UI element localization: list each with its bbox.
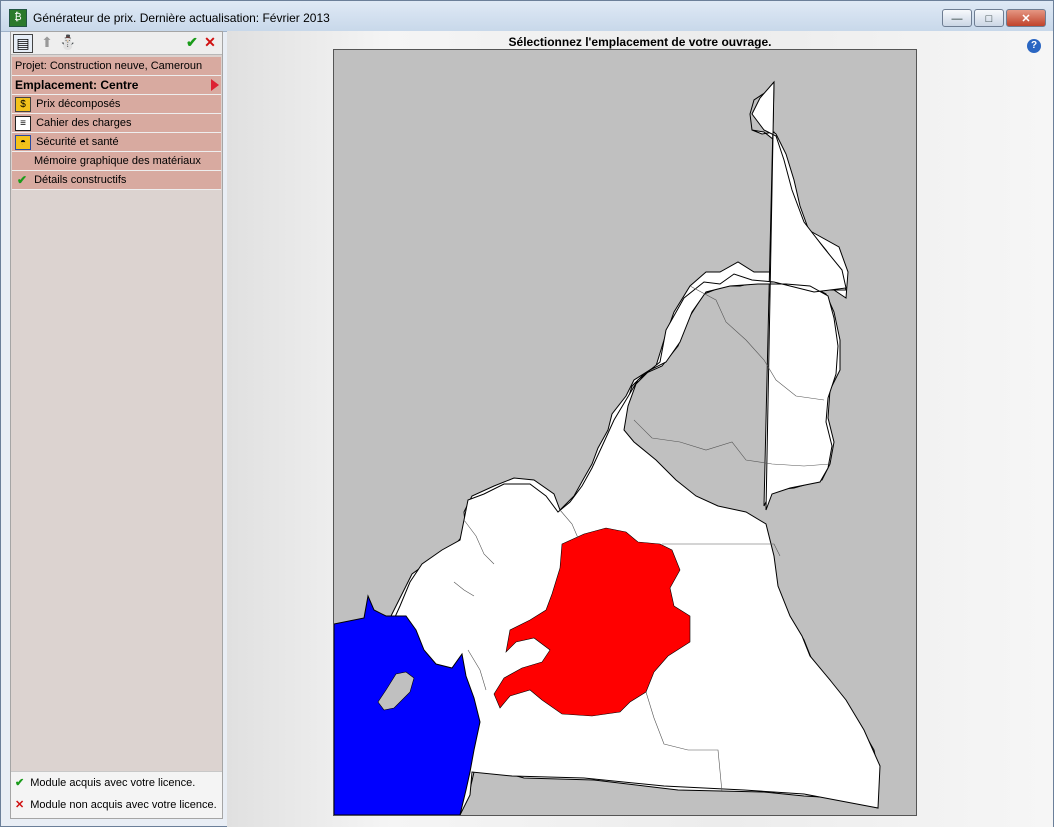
license-legend: ✔ Module acquis avec votre licence. ✕ Modu… — [11, 771, 222, 818]
legend-not-acquired-label: Module non acquis avec votre licence. — [30, 799, 217, 811]
binoculars-icon[interactable]: ⛄ — [59, 34, 77, 51]
sidebar-item-specifications[interactable]: ≡ Cahier des charges — [12, 114, 221, 133]
sidebar-item-label: Emplacement: Centre — [15, 78, 139, 92]
sidebar-item-label: Sécurité et santé — [36, 136, 119, 148]
sidebar-item-project[interactable]: Projet: Construction neuve, Cameroun — [12, 57, 221, 76]
app-window: ₿ Générateur de prix. Dernière actualisa… — [0, 0, 1054, 827]
book-icon: ≡ — [15, 115, 31, 131]
sidebar-item-safety[interactable]: ◓ Sécurité et santé — [12, 133, 221, 152]
help-icon[interactable]: ? — [1027, 39, 1041, 53]
helmet-icon: ◓ — [15, 134, 31, 150]
page-title: Sélectionnez l'emplacement de votre ouvr… — [508, 35, 772, 49]
sidebar-menu: Projet: Construction neuve, Cameroun Emp… — [12, 57, 221, 190]
up-arrow-icon[interactable]: ⬆ — [38, 34, 56, 51]
check-icon: ✔ — [16, 172, 28, 187]
title-bar[interactable]: ₿ Générateur de prix. Dernière actualisa… — [1, 1, 1053, 32]
pane-toolbar: ▤ ⬆ ⛄ ✔ ✕ — [11, 32, 222, 55]
sidebar-item-location[interactable]: Emplacement: Centre — [12, 76, 221, 95]
map-frame — [333, 49, 917, 816]
sidebar-item-label: Détails constructifs — [34, 174, 127, 186]
cross-icon: ✕ — [15, 799, 25, 811]
app-icon: ₿ — [9, 9, 27, 27]
sidebar-item-prices[interactable]: $ Prix décomposés — [12, 95, 221, 114]
sidebar-item-label: Projet: Construction neuve, Cameroun — [15, 60, 203, 72]
document-icon[interactable]: ▤ — [13, 34, 33, 53]
legend-acquired: ✔ Module acquis avec votre licence. — [11, 772, 222, 794]
check-icon[interactable]: ✔ — [183, 34, 201, 51]
minimize-button[interactable]: — — [942, 9, 972, 27]
maximize-button[interactable]: □ — [974, 9, 1004, 27]
navigation-pane: ▤ ⬆ ⛄ ✔ ✕ Projet: Construction neuve, Ca… — [10, 31, 223, 819]
sidebar-item-label: Cahier des charges — [36, 117, 132, 129]
price-tag-icon: $ — [15, 96, 31, 112]
legend-acquired-label: Module acquis avec votre licence. — [30, 777, 196, 789]
sidebar-item-label: Mémoire graphique des matériaux — [34, 155, 201, 167]
check-icon: ✔ — [15, 777, 25, 789]
cross-icon[interactable]: ✕ — [201, 34, 219, 51]
sidebar-item-details[interactable]: ✔ Détails constructifs — [12, 171, 221, 190]
window-title: Générateur de prix. Dernière actualisati… — [33, 11, 330, 25]
play-arrow-icon — [211, 79, 219, 91]
close-button[interactable]: ✕ — [1006, 9, 1046, 27]
sidebar-item-label: Prix décomposés — [36, 98, 121, 110]
cameroon-map — [334, 80, 881, 815]
sidebar-item-materials[interactable]: Mémoire graphique des matériaux — [12, 152, 221, 171]
legend-not-acquired: ✕ Module non acquis avec votre licence. — [11, 794, 222, 816]
main-panel: Sélectionnez l'emplacement de votre ouvr… — [227, 31, 1053, 827]
